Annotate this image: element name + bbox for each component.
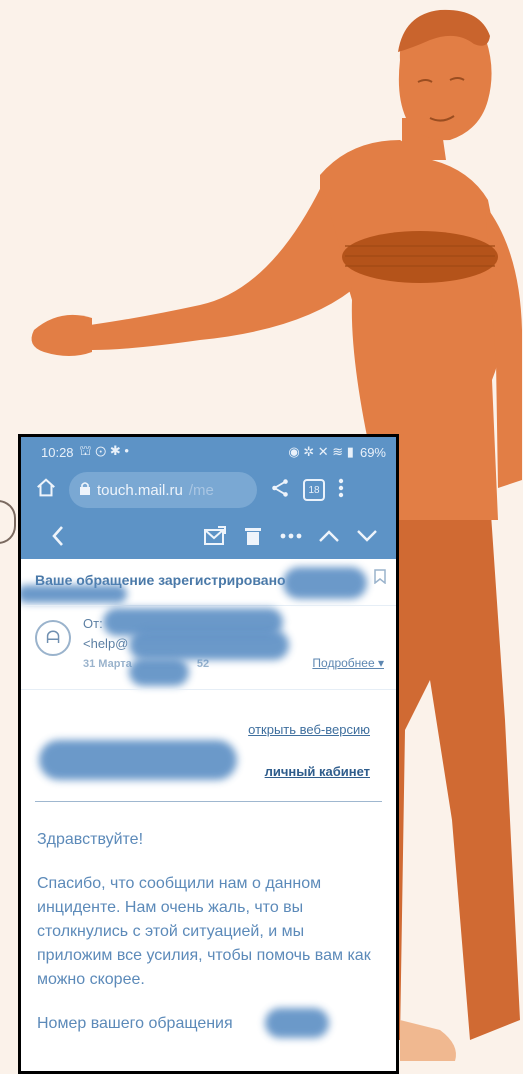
tabs-counter[interactable]: 18 [303, 479, 325, 501]
browser-address-bar: touch.mail.ru/me 18 [21, 467, 396, 513]
url-path: /me [188, 481, 214, 499]
mail-toolbar [21, 513, 396, 559]
from-label: От: [83, 616, 103, 631]
battery-level: 69% [359, 444, 386, 460]
sender-avatar: ᗩ [35, 620, 71, 656]
email-body: Здравствуйте! Спасибо, что сообщили нам … [21, 802, 396, 1038]
url-host: touch.mail.ru [97, 481, 183, 499]
divider [35, 801, 382, 802]
date-text: 31 Марта [83, 658, 132, 670]
browser-menu-icon[interactable] [337, 477, 345, 504]
body-paragraph: Спасибо, что сообщили нам о данном инцид… [37, 875, 371, 988]
url-field[interactable]: touch.mail.ru/me [69, 472, 257, 508]
trash-icon[interactable] [234, 517, 272, 555]
redaction-blur [129, 630, 289, 660]
personal-cabinet-link[interactable]: личный кабинет [265, 764, 370, 779]
sender-block: ᗩ От: <help@ 31 Марта 52 Подробнее ▾ [21, 605, 396, 689]
open-web-version-link[interactable]: открыть веб-версию [248, 722, 370, 737]
redaction-blur [21, 585, 127, 603]
details-link[interactable]: Подробнее ▾ [312, 656, 384, 670]
phone-screenshot: 10:28 ⛫ ⊙ ✱ • ◉ ✲ ✕ ≋ ▮ 69% touch.mail.r… [18, 434, 399, 1074]
redaction-blur [265, 1008, 329, 1038]
greeting: Здравствуйте! [37, 831, 144, 848]
email-links-block: открыть веб-версию личный кабинет [21, 689, 396, 802]
lock-icon [79, 481, 91, 499]
chevron-down-icon[interactable] [348, 517, 386, 555]
ticket-number-text: Номер вашего обращения [37, 1015, 233, 1032]
clock: 10:28 [41, 444, 74, 460]
bookmark-icon[interactable] [374, 569, 386, 588]
chevron-up-icon[interactable] [310, 517, 348, 555]
chevron-left-icon[interactable] [39, 517, 77, 555]
move-to-icon[interactable] [196, 517, 234, 555]
redaction-blur [39, 740, 237, 780]
redaction-blur [283, 567, 367, 599]
email-subject: Ваше обращение зарегистрировано [21, 559, 396, 605]
status-bar: 10:28 ⛫ ⊙ ✱ • ◉ ✲ ✕ ≋ ▮ 69% [21, 437, 396, 467]
home-icon[interactable] [35, 477, 57, 504]
redaction-blur [129, 658, 189, 686]
system-icons: ◉ ✲ ✕ ≋ ▮ [288, 444, 354, 459]
share-icon[interactable] [269, 477, 291, 504]
notification-icons: ⛫ ⊙ ✱ • [79, 443, 129, 458]
ticket-number-line: Номер вашего обращения [37, 1008, 382, 1038]
more-icon[interactable] [272, 517, 310, 555]
